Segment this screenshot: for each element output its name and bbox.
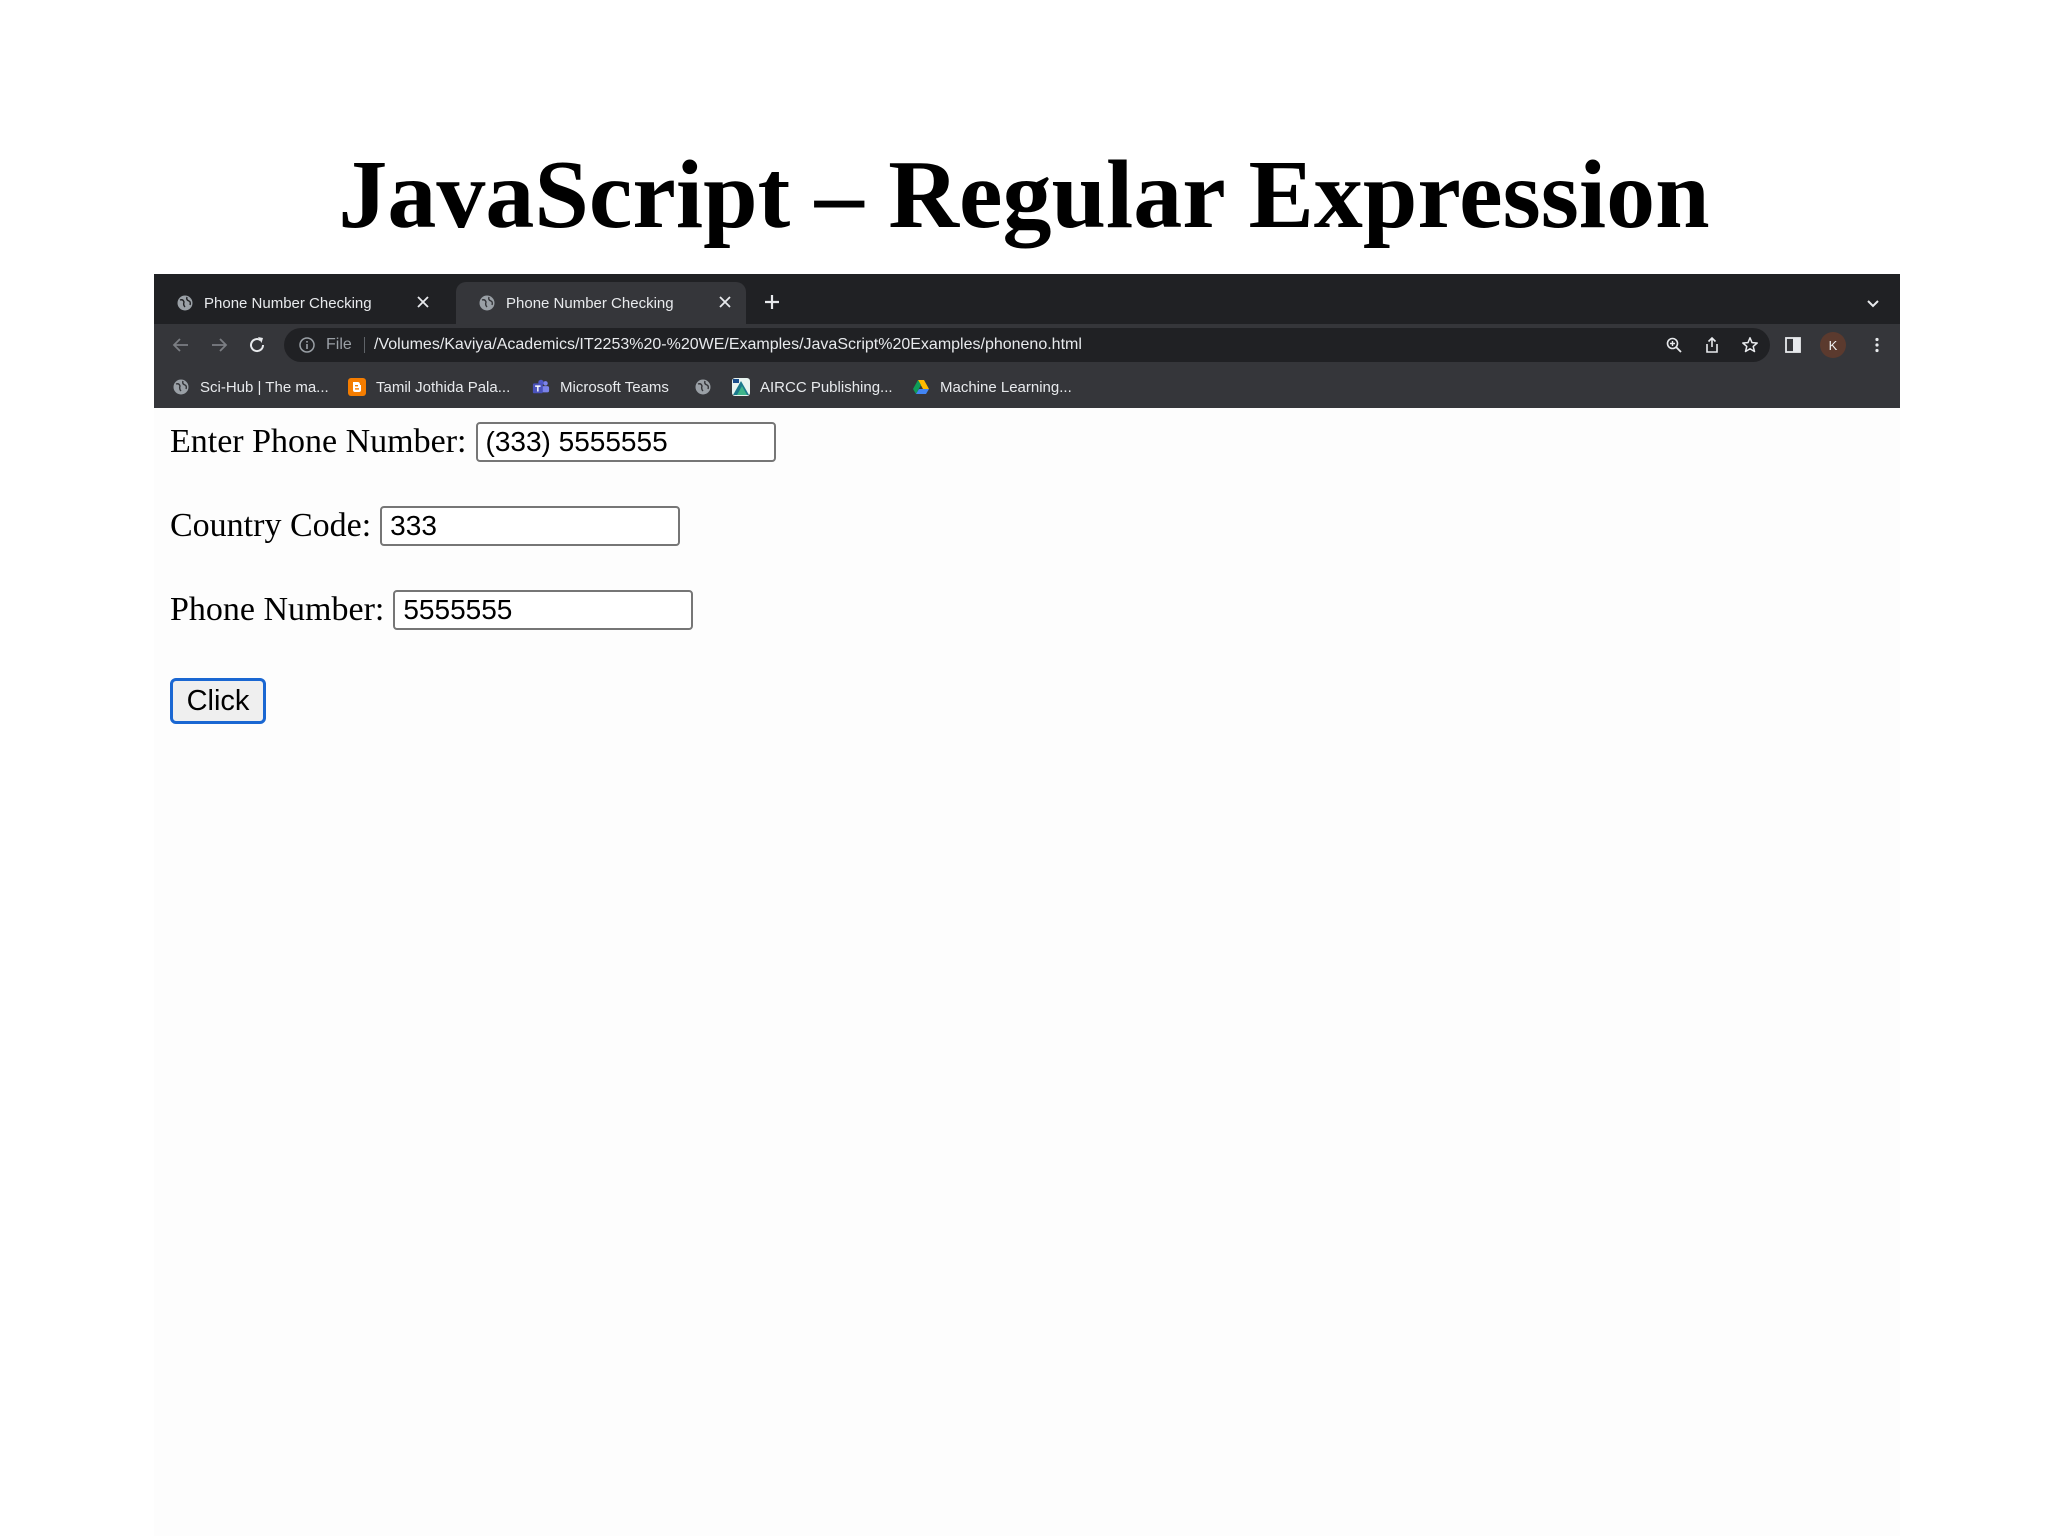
url-text[interactable]: /Volumes/Kaviya/Academics/IT2253%20-%20W… bbox=[374, 328, 1082, 362]
address-bar[interactable]: File /Volumes/Kaviya/Academics/IT2253%20… bbox=[284, 328, 1770, 362]
bookmark-label: AIRCC Publishing... bbox=[760, 378, 893, 396]
new-tab-button[interactable] bbox=[760, 290, 784, 314]
country-code-label: Country Code: bbox=[170, 507, 372, 544]
drive-icon bbox=[912, 378, 930, 396]
bookmark-globe[interactable] bbox=[694, 376, 722, 398]
star-icon[interactable] bbox=[1740, 335, 1760, 355]
slide-title: JavaScript – Regular Expression bbox=[338, 141, 1710, 249]
bookmark-machine-learning[interactable]: Machine Learning... bbox=[912, 376, 1072, 398]
browser-menu-button[interactable] bbox=[1866, 334, 1888, 356]
globe-icon bbox=[478, 294, 496, 312]
reload-icon bbox=[250, 337, 265, 353]
back-button[interactable] bbox=[170, 334, 192, 356]
teams-icon bbox=[532, 378, 550, 396]
bookmark-label: Sci-Hub | The ma... bbox=[200, 378, 329, 396]
bookmark-label: Microsoft Teams bbox=[560, 378, 669, 396]
browser-toolbar: File /Volumes/Kaviya/Academics/IT2253%20… bbox=[154, 324, 1900, 366]
blogger-icon bbox=[348, 378, 366, 396]
tab-strip: Phone Number Checking Phone Number Check… bbox=[154, 274, 1900, 324]
phone-input-label: Enter Phone Number: bbox=[170, 423, 467, 460]
divider bbox=[364, 337, 365, 353]
phone-input-row: Enter Phone Number: bbox=[170, 422, 776, 462]
reload-button[interactable] bbox=[246, 334, 268, 356]
tab-search-button[interactable] bbox=[1862, 292, 1884, 314]
phone-number-row: Phone Number: bbox=[170, 590, 694, 630]
country-code-field[interactable] bbox=[380, 506, 681, 546]
close-icon[interactable] bbox=[414, 293, 432, 311]
click-button[interactable]: Click bbox=[170, 678, 266, 724]
bookmark-microsoft-teams[interactable]: Microsoft Teams bbox=[532, 376, 669, 398]
globe-icon bbox=[176, 294, 194, 312]
phone-number-field[interactable] bbox=[393, 590, 694, 630]
info-icon[interactable] bbox=[298, 336, 316, 354]
zoom-icon[interactable] bbox=[1664, 335, 1684, 355]
chevron-down-icon bbox=[1867, 300, 1879, 308]
country-code-row: Country Code: bbox=[170, 506, 681, 546]
phone-number-label: Phone Number: bbox=[170, 591, 385, 628]
bookmark-label: Tamil Jothida Pala... bbox=[376, 378, 511, 396]
scheme-label: File bbox=[326, 336, 352, 353]
profile-avatar[interactable]: K bbox=[1820, 332, 1846, 358]
arrow-right-icon bbox=[212, 338, 228, 352]
plus-icon bbox=[765, 295, 779, 309]
tab-phone-number-checking-1[interactable]: Phone Number Checking bbox=[154, 282, 444, 324]
arrow-left-icon bbox=[172, 338, 188, 352]
globe-icon bbox=[694, 378, 712, 396]
aircc-icon bbox=[732, 378, 750, 396]
page-content: Enter Phone Number: Country Code: Phone … bbox=[154, 408, 1900, 1536]
bookmark-tamil-jothida[interactable]: Tamil Jothida Pala... bbox=[348, 376, 510, 398]
phone-input-field[interactable] bbox=[475, 422, 776, 462]
bookmark-sci-hub[interactable]: Sci-Hub | The ma... bbox=[172, 376, 329, 398]
close-icon[interactable] bbox=[716, 293, 734, 311]
share-icon[interactable] bbox=[1702, 335, 1722, 355]
tab-title: Phone Number Checking bbox=[204, 294, 372, 312]
tab-title: Phone Number Checking bbox=[506, 294, 674, 312]
bookmarks-bar: Sci-Hub | The ma... Tamil Jothida Pala..… bbox=[154, 366, 1900, 408]
side-panel-icon bbox=[1785, 337, 1801, 353]
side-panel-button[interactable] bbox=[1782, 334, 1804, 356]
kebab-menu-icon bbox=[1875, 337, 1879, 353]
browser-window: Phone Number Checking Phone Number Check… bbox=[154, 274, 1900, 408]
bookmark-aircc-publishing[interactable]: AIRCC Publishing... bbox=[732, 376, 893, 398]
tab-phone-number-checking-2[interactable]: Phone Number Checking bbox=[456, 282, 746, 324]
globe-icon bbox=[172, 378, 190, 396]
forward-button[interactable] bbox=[208, 334, 230, 356]
bookmark-label: Machine Learning... bbox=[940, 378, 1072, 396]
